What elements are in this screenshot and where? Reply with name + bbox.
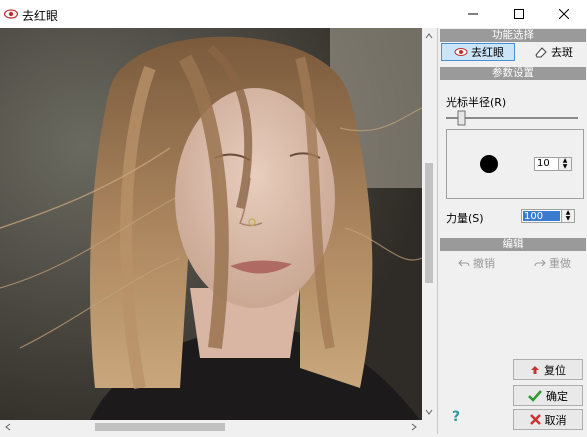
spin-down-icon[interactable]: ▼	[562, 216, 574, 222]
radius-value[interactable]: 10	[535, 158, 558, 170]
undo-label: 撤销	[473, 257, 495, 270]
red-eye-tool-label: 去红眼	[471, 46, 504, 59]
redo-button[interactable]: 重做	[534, 255, 571, 271]
spin-down-icon[interactable]: ▼	[559, 164, 571, 170]
reset-button[interactable]: 复位	[513, 359, 583, 380]
spot-removal-tool-button[interactable]: 去斑	[534, 43, 584, 61]
image-canvas[interactable]	[0, 28, 422, 420]
eye-icon	[454, 48, 468, 56]
eye-icon	[4, 9, 18, 19]
cancel-label: 取消	[544, 413, 567, 427]
cancel-x-icon	[529, 414, 541, 425]
strength-label: 力量(S)	[446, 212, 484, 225]
ok-button[interactable]: 确定	[513, 385, 583, 406]
close-icon	[559, 9, 569, 19]
help-icon[interactable]: ?	[452, 409, 460, 425]
tools-section-header: 功能选择	[440, 29, 586, 42]
scroll-up-icon	[425, 33, 433, 39]
close-button[interactable]	[541, 0, 587, 28]
slider-thumb[interactable]	[457, 110, 466, 126]
strength-value[interactable]: 100	[523, 211, 560, 222]
title-bar: 去红眼	[0, 0, 587, 28]
strength-spinbox[interactable]: 100 ▲ ▼	[521, 209, 575, 223]
portrait-photo	[0, 28, 422, 420]
undo-button[interactable]: 撤销	[458, 255, 495, 271]
eraser-icon	[535, 47, 547, 58]
edit-section-header: 编辑	[440, 238, 586, 251]
scroll-right-icon	[411, 423, 417, 431]
params-section-header: 参数设置	[440, 67, 586, 80]
redo-label: 重做	[549, 257, 571, 270]
horizontal-scrollbar[interactable]	[0, 420, 436, 434]
arrow-up-icon	[531, 365, 539, 374]
control-panel: 功能选择 去红眼 去斑 参数设置 光标半径(R) 10 ▲ ▼ 力量(S) 100…	[437, 28, 587, 434]
red-eye-tool-button[interactable]: 去红眼	[441, 43, 515, 61]
spot-removal-tool-label: 去斑	[551, 46, 573, 59]
vertical-scroll-thumb[interactable]	[425, 163, 433, 283]
redo-icon	[534, 259, 546, 267]
scroll-left-icon	[5, 423, 11, 431]
vertical-scrollbar[interactable]	[422, 28, 436, 420]
scroll-down-icon	[425, 409, 433, 415]
cancel-button[interactable]: 取消	[513, 409, 583, 430]
horizontal-scroll-thumb[interactable]	[95, 423, 225, 431]
window-title: 去红眼	[22, 9, 59, 23]
undo-icon	[458, 259, 470, 267]
maximize-icon	[514, 9, 524, 19]
maximize-button[interactable]	[496, 0, 542, 28]
radius-spinbox[interactable]: 10 ▲ ▼	[534, 157, 572, 171]
checkmark-icon	[528, 389, 542, 402]
cursor-radius-label: 光标半径(R)	[446, 96, 507, 109]
reset-label: 复位	[544, 363, 566, 377]
ok-label: 确定	[546, 389, 568, 403]
minimize-button[interactable]	[450, 0, 496, 28]
cursor-radius-slider[interactable]	[446, 110, 578, 126]
minimize-icon	[468, 13, 478, 15]
